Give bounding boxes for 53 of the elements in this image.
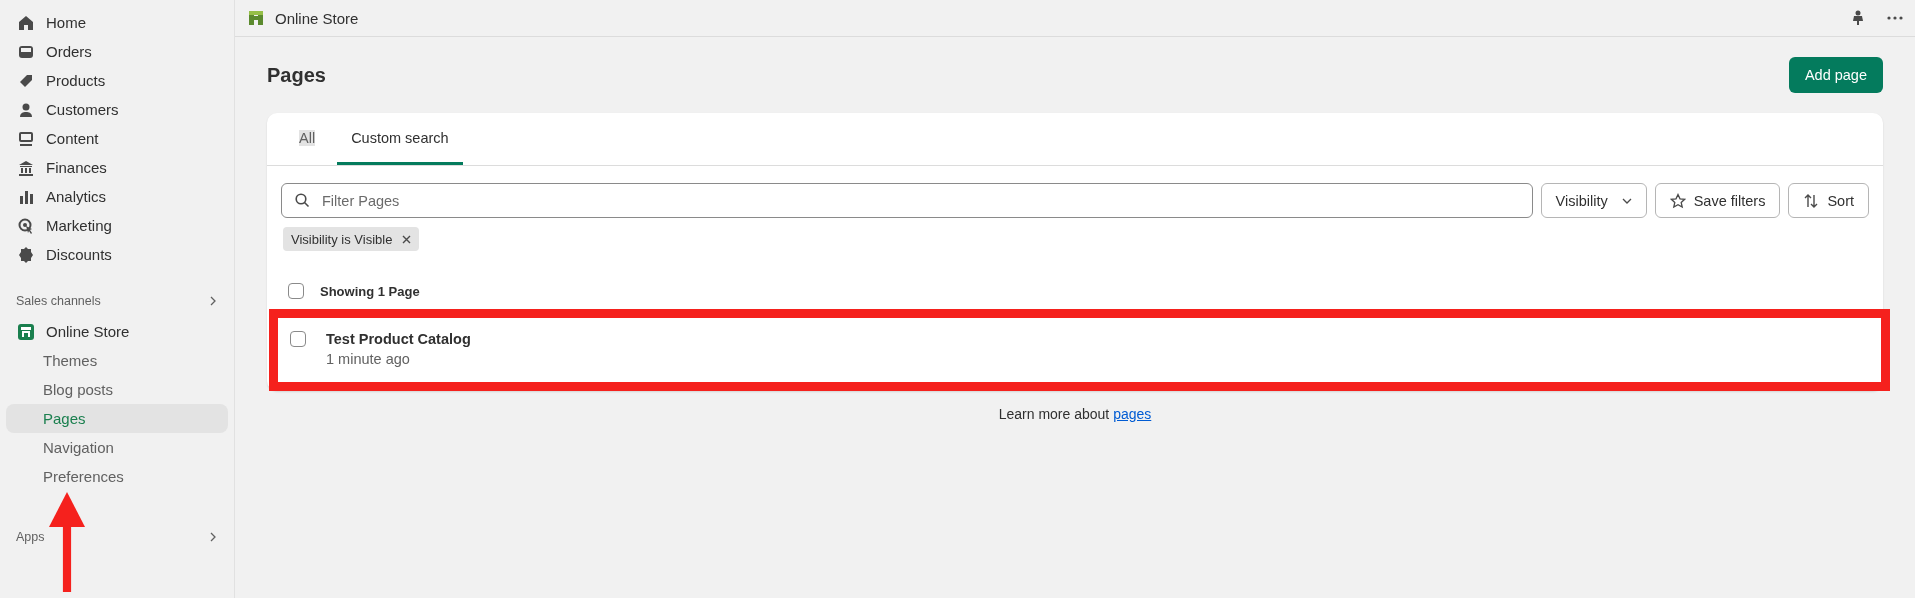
bank-icon: [18, 159, 34, 176]
section-heading: Sales channels: [16, 294, 101, 308]
pin-icon[interactable]: [1851, 10, 1865, 26]
nav-item[interactable]: Discounts: [6, 240, 228, 269]
checkbox[interactable]: [288, 283, 304, 299]
tab[interactable]: Custom search: [337, 113, 463, 165]
sort-icon: [1803, 192, 1820, 209]
nav-item[interactable]: Marketing: [6, 211, 228, 240]
badge-icon: [18, 246, 34, 263]
tab[interactable]: All: [285, 113, 330, 165]
nav-subitem[interactable]: Navigation: [6, 433, 228, 462]
bars-icon: [18, 188, 34, 205]
nav-item[interactable]: Products: [6, 66, 228, 95]
chevron-icon[interactable]: [208, 296, 218, 306]
nav-subitem[interactable]: Pages: [6, 404, 228, 433]
target-icon: [18, 217, 34, 234]
page-title-link[interactable]: Test Product Catalog: [326, 331, 471, 347]
nav-item[interactable]: Home: [6, 8, 228, 37]
nav-subitem[interactable]: Themes: [6, 346, 228, 375]
store-logo-icon: [247, 9, 265, 27]
star-icon: [1669, 192, 1686, 209]
pages-link[interactable]: pages: [1113, 406, 1152, 422]
save-filters-button[interactable]: Save filters: [1654, 183, 1781, 218]
person-icon: [18, 101, 34, 118]
page-title: Pages: [267, 63, 326, 87]
section-heading: Apps: [16, 530, 45, 544]
chevron-down-icon: [1621, 197, 1632, 204]
filter-field[interactable]: Filter Pages: [281, 183, 1533, 218]
nav-item[interactable]: Finances: [6, 153, 228, 182]
timestamp: 1 minute ago: [326, 351, 411, 367]
nav-item[interactable]: Customers: [6, 95, 228, 124]
app-title: Online Store: [275, 9, 360, 27]
add-page-button[interactable]: Add page: [1788, 57, 1883, 93]
help-text: Learn more about pages: [998, 406, 1152, 422]
nav-item[interactable]: Orders: [6, 37, 228, 66]
store-icon: [18, 323, 34, 340]
more-icon[interactable]: [1887, 16, 1903, 20]
filter-chip: Visibility is Visible: [283, 227, 420, 251]
content-icon: [18, 130, 34, 147]
tag-icon: [18, 72, 34, 89]
sort-button[interactable]: Sort: [1788, 183, 1869, 218]
checkbox[interactable]: [290, 331, 306, 347]
inbox-icon: [18, 43, 34, 60]
nav-subitem[interactable]: Blog posts: [6, 375, 228, 404]
result-count: Showing 1 Page: [320, 283, 420, 299]
home-icon: [18, 14, 34, 31]
close-icon[interactable]: [402, 234, 412, 244]
dropdown-button[interactable]: Visibility: [1540, 183, 1647, 218]
nav-item[interactable]: Content: [6, 124, 228, 153]
nav-item[interactable]: Online Store: [6, 317, 228, 346]
chevron-icon[interactable]: [208, 532, 218, 542]
nav-subitem[interactable]: Preferences: [6, 462, 228, 491]
nav-item[interactable]: Analytics: [6, 182, 228, 211]
